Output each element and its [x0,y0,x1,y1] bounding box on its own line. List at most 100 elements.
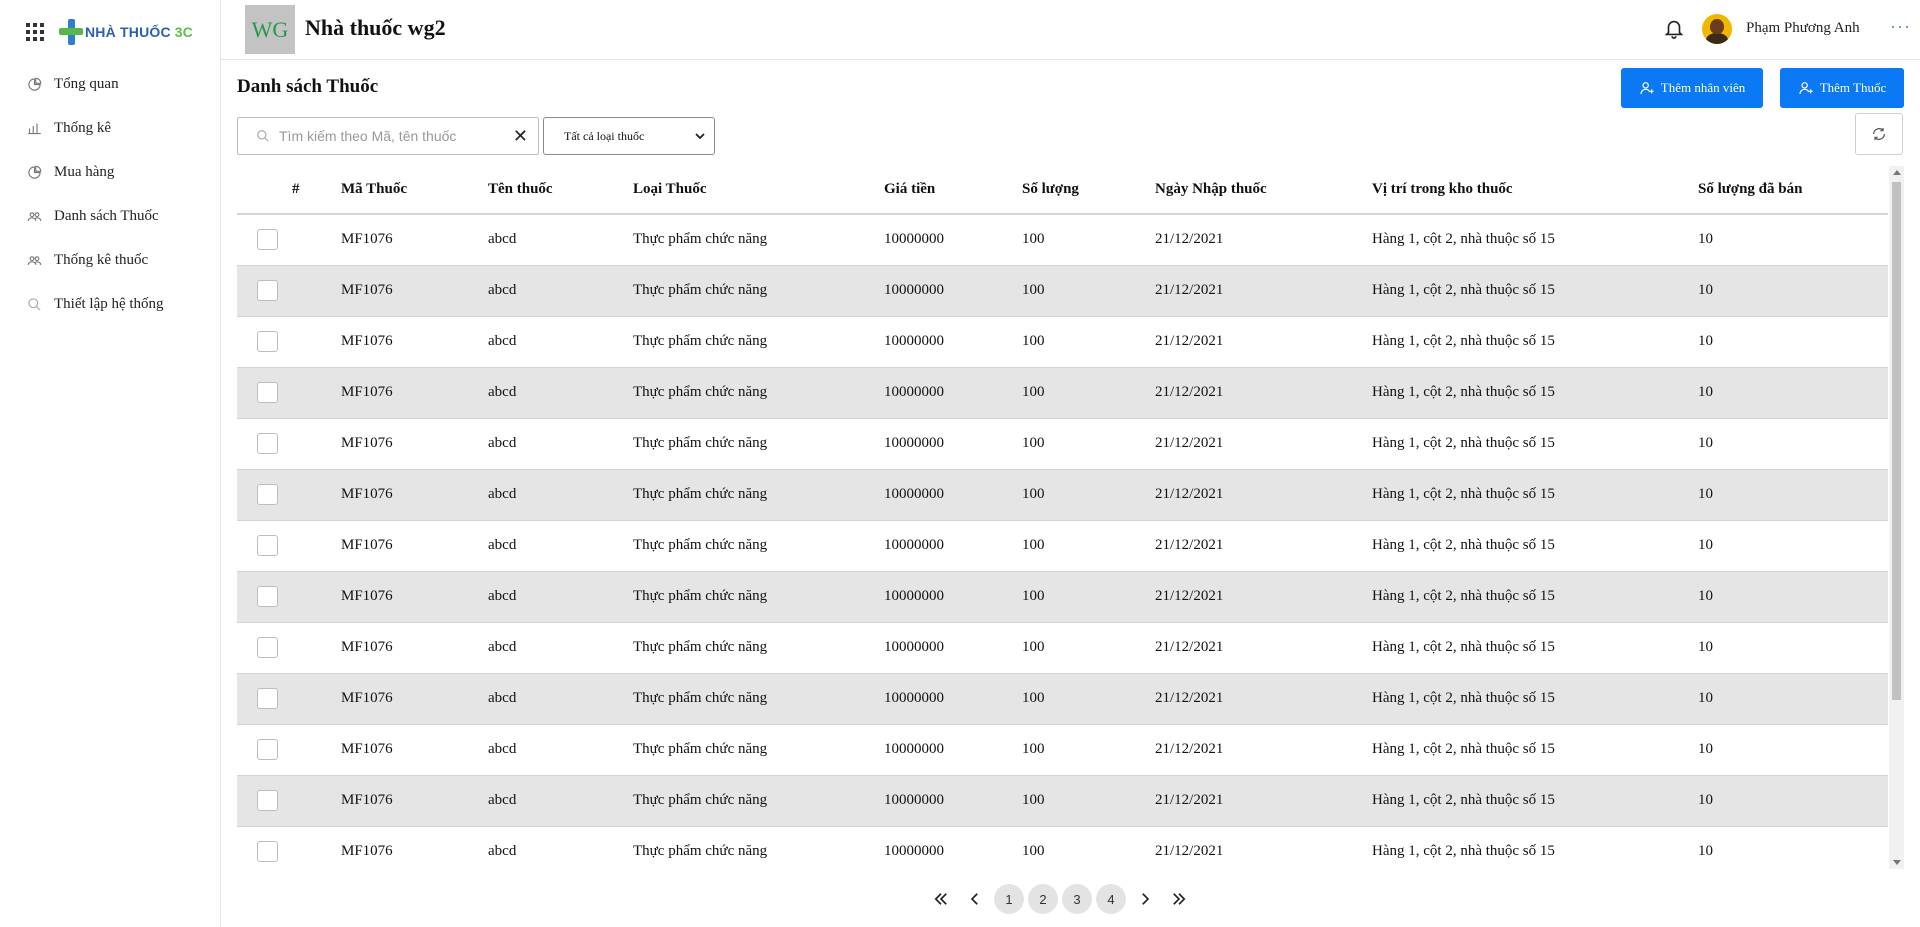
row-checkbox[interactable] [257,586,278,607]
table-cell: 100 [1022,214,1155,266]
table-cell: 100 [1022,469,1155,521]
row-checkbox[interactable] [257,280,278,301]
clear-search-icon[interactable]: ✕ [513,127,528,145]
table-cell: MF1076 [341,265,488,317]
search-input[interactable] [279,128,509,144]
scroll-down-icon[interactable] [1893,860,1901,865]
row-index-cell [292,826,341,869]
next-page-button[interactable] [1128,884,1162,914]
column-header[interactable]: Vị trí trong kho thuốc [1372,166,1698,215]
drug-type-select[interactable]: Tất cả loại thuốc [543,117,715,155]
table-row[interactable]: MF1076 abcd Thực phẩm chức năng 10000000 100… [237,826,1888,869]
page-button-4[interactable]: 4 [1096,884,1126,914]
row-checkbox[interactable] [257,229,278,251]
table-row[interactable]: MF1076 abcd Thực phẩm chức năng 10000000 100… [237,316,1888,368]
last-page-button[interactable] [1162,884,1196,914]
bell-icon[interactable] [1663,16,1685,40]
table-cell: MF1076 [341,418,488,470]
sidebar-item[interactable]: Thiết lập hệ thống [0,282,220,326]
brand: NHÀ THUỐC 3C [26,17,193,47]
table-row[interactable]: MF1076 abcd Thực phẩm chức năng 10000000 100… [237,469,1888,521]
table-cell: Thực phẩm chức năng [633,724,884,776]
table-cell: 10000000 [884,775,1022,827]
table-cell: Hàng 1, cột 2, nhà thuộc số 15 [1372,673,1698,725]
row-checkbox[interactable] [257,739,278,760]
drug-table: # Mã Thuốc Tên thuốc Loại Thuốc Giá tiền… [237,166,1888,869]
table-row[interactable]: MF1076 abcd Thực phẩm chức năng 10000000 100… [237,214,1888,266]
table-row[interactable]: MF1076 abcd Thực phẩm chức năng 10000000 100… [237,622,1888,674]
add-drug-button[interactable]: Thêm Thuốc [1780,68,1904,108]
column-header[interactable]: Loại Thuốc [633,166,884,215]
row-checkbox[interactable] [257,331,278,352]
page-button-2[interactable]: 2 [1028,884,1058,914]
table-row[interactable]: MF1076 abcd Thực phẩm chức năng 10000000 100… [237,724,1888,776]
avatar[interactable] [1702,14,1732,44]
table-cell: 10 [1698,826,1888,869]
table-row[interactable]: MF1076 abcd Thực phẩm chức năng 10000000 100… [237,418,1888,470]
table-cell: 21/12/2021 [1155,520,1372,572]
search-icon [26,296,42,312]
scrollbar-thumb[interactable] [1892,182,1901,700]
table-scrollbar[interactable] [1889,166,1904,869]
row-checkbox-cell [237,469,292,521]
table-row[interactable]: MF1076 abcd Thực phẩm chức năng 10000000 100… [237,520,1888,572]
logo[interactable]: NHÀ THUỐC 3C [59,19,193,45]
table-cell: Hàng 1, cột 2, nhà thuộc số 15 [1372,367,1698,419]
sidebar-item[interactable]: Danh sách Thuốc [0,194,220,238]
table-cell: 10 [1698,673,1888,725]
table-cell: MF1076 [341,214,488,266]
table-cell: 10000000 [884,469,1022,521]
apps-grid-icon[interactable] [26,23,44,41]
table-row[interactable]: MF1076 abcd Thực phẩm chức năng 10000000 100… [237,367,1888,419]
table-cell: Thực phẩm chức năng [633,775,884,827]
prev-page-button[interactable] [958,884,992,914]
column-header[interactable]: Ngày Nhập thuốc [1155,166,1372,215]
table-cell: abcd [488,265,633,317]
row-checkbox[interactable] [257,790,278,811]
table-cell: 100 [1022,826,1155,869]
row-checkbox[interactable] [257,637,278,658]
row-checkbox[interactable] [257,382,278,403]
row-checkbox-cell [237,418,292,470]
sidebar-item[interactable]: Thống kê [0,106,220,150]
column-header[interactable]: Số lượng [1022,166,1155,215]
chevron-right-icon [1142,893,1150,905]
column-header[interactable]: Số lượng đã bán [1698,166,1888,215]
row-checkbox[interactable] [257,535,278,556]
scroll-up-icon[interactable] [1893,170,1901,175]
column-header[interactable]: Mã Thuốc [341,166,488,215]
first-page-button[interactable] [924,884,958,914]
table-cell: abcd [488,826,633,869]
table-row[interactable]: MF1076 abcd Thực phẩm chức năng 10000000 100… [237,775,1888,827]
page-button-3[interactable]: 3 [1062,884,1092,914]
row-checkbox[interactable] [257,484,278,505]
table-cell: Thực phẩm chức năng [633,622,884,674]
row-checkbox[interactable] [257,841,278,862]
row-checkbox[interactable] [257,433,278,454]
table-cell: Hàng 1, cột 2, nhà thuộc số 15 [1372,571,1698,623]
sidebar-item[interactable]: Tổng quan [0,62,220,106]
bar-chart-icon [26,120,42,136]
users-icon [26,252,42,268]
table-cell: MF1076 [341,724,488,776]
table-row[interactable]: MF1076 abcd Thực phẩm chức năng 10000000 100… [237,673,1888,725]
page-button-1[interactable]: 1 [994,884,1024,914]
row-checkbox-cell [237,367,292,419]
table-cell: 100 [1022,775,1155,827]
table-cell: Hàng 1, cột 2, nhà thuộc số 15 [1372,418,1698,470]
sidebar-item[interactable]: Mua hàng [0,150,220,194]
more-icon[interactable]: ··· [1890,18,1911,36]
sidebar-item[interactable]: Thống kê thuốc [0,238,220,282]
row-checkbox[interactable] [257,688,278,709]
column-header[interactable]: Tên thuốc [488,166,633,215]
table-row[interactable]: MF1076 abcd Thực phẩm chức năng 10000000 100… [237,265,1888,317]
refresh-button[interactable] [1855,113,1903,155]
table-cell: Hàng 1, cột 2, nhà thuộc số 15 [1372,622,1698,674]
table-cell: 21/12/2021 [1155,265,1372,317]
chevron-down-icon [695,133,705,140]
column-header[interactable]: Giá tiền [884,166,1022,215]
add-staff-button[interactable]: Thêm nhân viên [1621,68,1763,108]
double-chevron-left-icon [934,893,947,905]
table-row[interactable]: MF1076 abcd Thực phẩm chức năng 10000000 100… [237,571,1888,623]
user-name[interactable]: Phạm Phương Anh [1746,20,1860,37]
